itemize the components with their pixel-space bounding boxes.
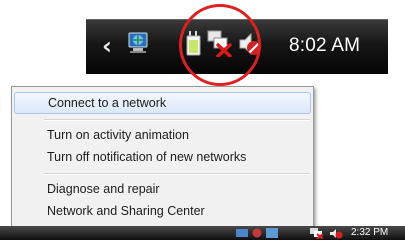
highlight-annotation-circle bbox=[179, 4, 261, 86]
menu-item-label: Connect to a network bbox=[48, 96, 167, 110]
tray-icon-2[interactable] bbox=[252, 228, 262, 238]
menu-item-label: Diagnose and repair bbox=[47, 182, 160, 196]
tray-icon-3[interactable] bbox=[266, 228, 278, 238]
network-disconnected-icon[interactable] bbox=[310, 228, 324, 239]
menu-item-label: Turn off notification of new networks bbox=[47, 150, 247, 164]
menu-item-network-sharing-center[interactable]: Network and Sharing Center bbox=[14, 200, 311, 222]
menu-item-label: Network and Sharing Center bbox=[47, 204, 205, 218]
menu-item-diagnose-and-repair[interactable]: Diagnose and repair bbox=[14, 178, 311, 200]
network-context-menu: Connect to a network Turn on activity an… bbox=[11, 86, 314, 228]
menu-separator bbox=[44, 173, 310, 175]
show-hidden-icons-chevron-icon[interactable]: ‹ bbox=[102, 34, 122, 58]
menu-item-activity-animation[interactable]: Turn on activity animation bbox=[14, 124, 311, 146]
menu-item-connect-to-network[interactable]: Connect to a network bbox=[14, 92, 311, 114]
menu-separator bbox=[44, 119, 310, 121]
menu-item-label: Turn on activity animation bbox=[47, 128, 189, 142]
network-globe-icon[interactable] bbox=[124, 29, 152, 57]
screenshot-composite: ‹ 8:02 AM Connect to a network Turn on a… bbox=[0, 0, 405, 240]
volume-muted-icon[interactable] bbox=[329, 228, 343, 239]
menu-item-new-network-notification[interactable]: Turn off notification of new networks bbox=[14, 146, 311, 168]
tray-icon-1[interactable] bbox=[236, 228, 248, 238]
taskbar-clock[interactable]: 2:32 PM bbox=[351, 226, 388, 240]
taskbar-clock[interactable]: 8:02 AM bbox=[289, 34, 360, 58]
taskbar-bottom: 2:32 PM bbox=[0, 226, 405, 240]
